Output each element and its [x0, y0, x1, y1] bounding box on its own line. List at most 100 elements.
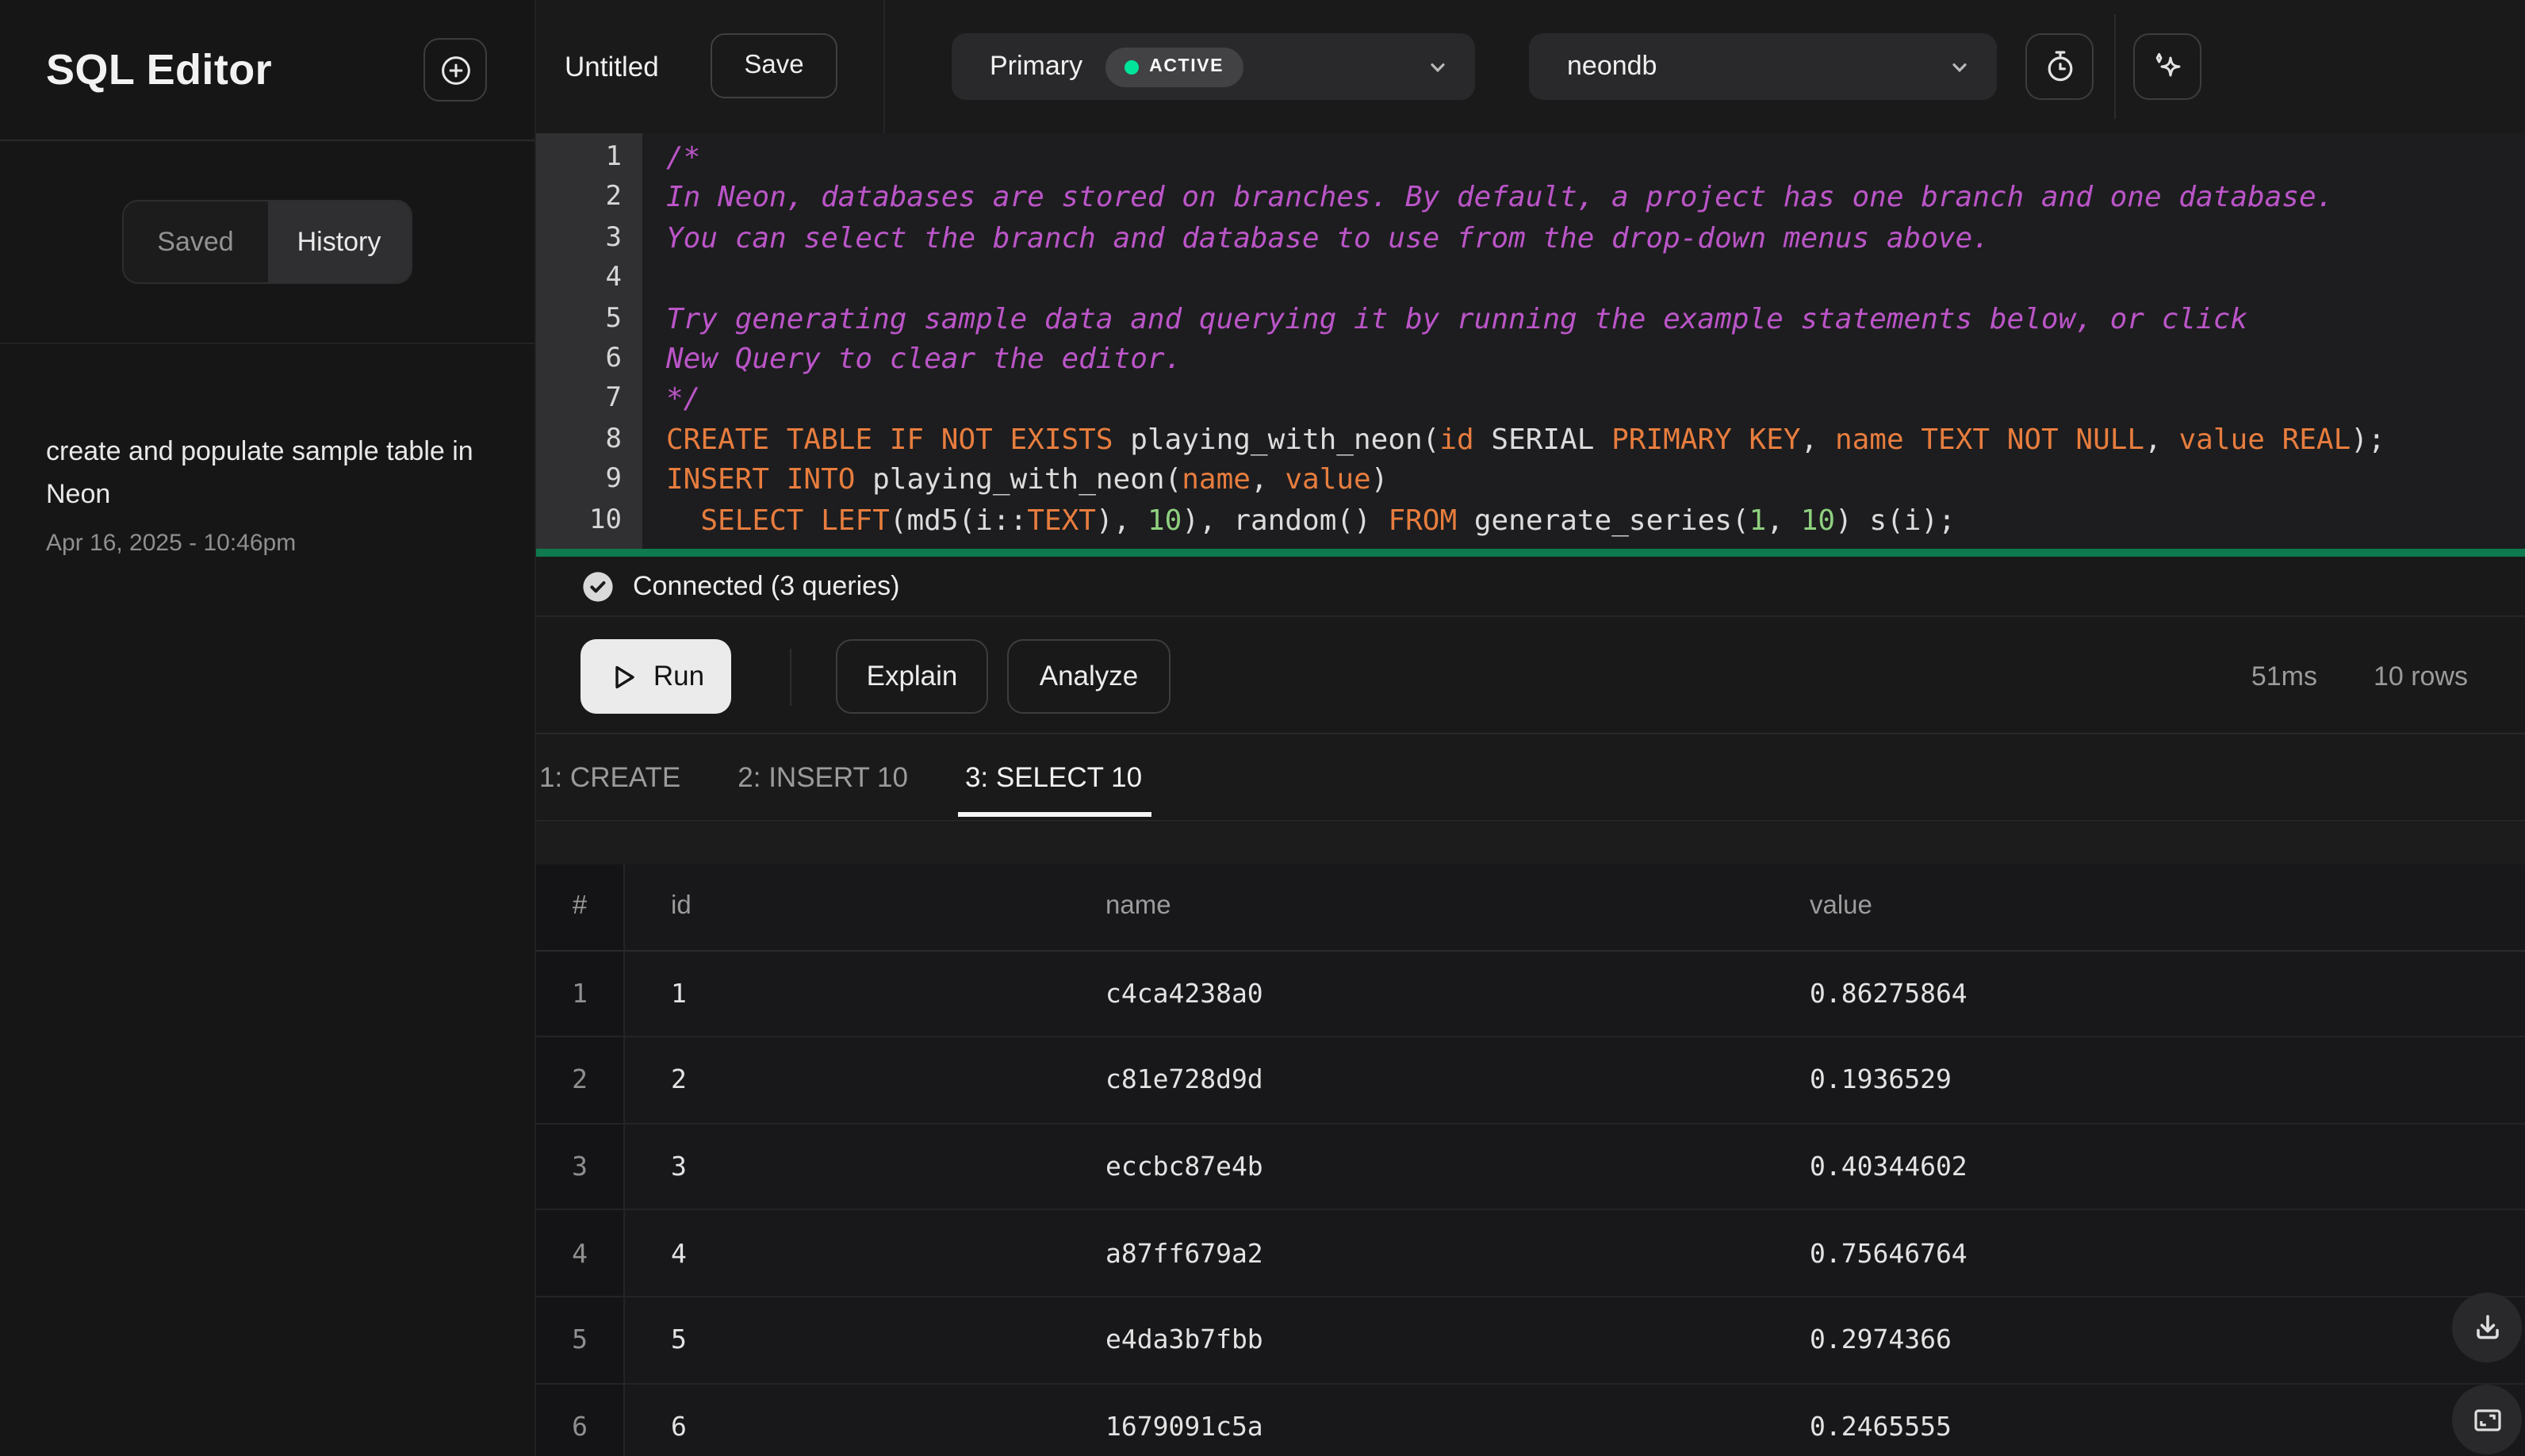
branch-select-value: Primary [990, 51, 1083, 81]
line-number: 9 [605, 463, 623, 496]
line-number: 2 [605, 181, 623, 213]
code-line: 1 /* [536, 138, 2525, 178]
code-line-content: */ [666, 382, 701, 416]
code-line: 7 */ [536, 380, 2525, 420]
result-tabs: 1: CREATE 2: INSERT 10 3: SELECT 10 [536, 734, 2525, 822]
run-button-label: Run [653, 660, 705, 692]
code-line-content: SELECT LEFT(md5(i::TEXT), 10), random() … [700, 504, 1956, 538]
sidebar-tab-saved[interactable]: Saved [124, 201, 267, 282]
history-item-timestamp: Apr 16, 2025 - 10:46pm [46, 530, 297, 557]
results-grid: # id name value 1 1 c4ca4238a0 0.86275864 2 2 c81e… [536, 864, 2525, 1456]
save-button[interactable]: Save [711, 33, 837, 98]
results-top-strip [536, 823, 2525, 864]
history-item-title: create and populate sample table in Neon [46, 436, 473, 509]
cell-name: c4ca4238a0 [1105, 978, 1263, 1009]
cell-id: 1 [671, 978, 687, 1009]
play-icon [607, 661, 639, 692]
sidebar-tab-history[interactable]: History [267, 201, 411, 282]
stopwatch-icon [2040, 48, 2079, 86]
line-number: 5 [605, 302, 623, 335]
chevron-down-icon [1426, 55, 1450, 79]
result-tab-2-insert-10[interactable]: 2: INSERT 10 [738, 734, 908, 820]
explain-button[interactable]: Explain [836, 639, 988, 714]
table-row: 5 5 e4da3b7fbb 0.2974366 [536, 1297, 2525, 1385]
analyze-button[interactable]: Analyze [1007, 639, 1171, 714]
results-table: # id name value 1 1 c4ca4238a0 0.86275864 2 2 c81e… [536, 823, 2525, 1456]
sidebar: SQL Editor Saved History create and popul… [0, 0, 536, 1456]
history-list-item[interactable]: create and populate sample table in Neon… [46, 430, 487, 557]
column-header-index: # [572, 891, 588, 921]
sidebar-header: SQL Editor [0, 0, 535, 141]
active-status-dot-icon [1124, 59, 1139, 74]
row-index-cell: 2 [572, 1064, 588, 1095]
code-editor[interactable]: 1 /* 2 In Neon, databases are stored on bra… [536, 133, 2525, 549]
code-line-content: Try generating sample data and querying … [666, 302, 2247, 336]
column-header-value: value [1810, 891, 1872, 921]
run-button[interactable]: Run [580, 639, 731, 714]
download-results-button[interactable] [2452, 1293, 2522, 1362]
line-number: 3 [605, 221, 623, 254]
result-tab-3-select-10[interactable]: 3: SELECT 10 [958, 734, 1151, 820]
main-area: Untitled Save Primary ACTIVE neondb 1 /*… [536, 0, 2525, 1456]
line-number: 4 [605, 262, 623, 294]
ai-assist-button[interactable] [2133, 33, 2201, 100]
row-index-cell: 1 [572, 978, 588, 1009]
cell-value: 0.86275864 [1810, 978, 1968, 1009]
cell-id: 3 [671, 1151, 687, 1182]
cell-id: 2 [671, 1064, 687, 1095]
cell-id: 6 [671, 1411, 687, 1442]
database-select[interactable]: neondb [1529, 33, 1997, 100]
editor-code: 1 /* 2 In Neon, databases are stored on bra… [536, 138, 2525, 541]
code-line: 5 Try generating sample data and querying… [536, 299, 2525, 339]
code-line: 6 New Query to clear the editor. [536, 339, 2525, 380]
row-index-cell: 6 [572, 1411, 588, 1442]
cell-name: c81e728d9d [1105, 1064, 1263, 1095]
cell-value: 0.40344602 [1810, 1151, 1968, 1182]
toolbar-divider [883, 0, 885, 133]
query-title: Untitled [565, 50, 659, 82]
code-line-content: CREATE TABLE IF NOT EXISTS playing_with_… [666, 423, 2385, 457]
check-circle-icon [580, 569, 615, 603]
code-line-content: In Neon, databases are stored on branche… [666, 181, 2334, 215]
code-line: 4 [536, 259, 2525, 299]
cell-value: 0.2974366 [1810, 1324, 1952, 1355]
sparkles-icon [2148, 47, 2187, 86]
line-number: 6 [605, 342, 623, 374]
connection-status-text: Connected (3 queries) [633, 570, 900, 600]
query-row-count: 10 rows [2373, 661, 2468, 691]
line-number: 1 [605, 141, 623, 173]
page-title: SQL Editor [46, 45, 273, 93]
cell-value: 0.2465555 [1810, 1411, 1952, 1442]
line-number: 8 [605, 423, 623, 455]
plus-circle-icon [437, 52, 473, 88]
toolbar: Untitled Save Primary ACTIVE neondb [536, 0, 2525, 133]
code-line-content [642, 259, 666, 299]
table-row: 6 6 1679091c5a 0.2465555 [536, 1384, 2525, 1456]
branch-status-label: ACTIVE [1149, 57, 1224, 76]
cell-value: 0.1936529 [1810, 1064, 1952, 1095]
code-line-content: New Query to clear the editor. [666, 342, 1182, 376]
query-timing-button[interactable] [2025, 33, 2094, 100]
expand-results-button[interactable] [2452, 1385, 2522, 1454]
history-list: create and populate sample table in Neon… [46, 430, 487, 557]
table-row: 1 1 c4ca4238a0 0.86275864 [536, 951, 2525, 1038]
actions-divider [790, 649, 791, 706]
code-line: 3 You can select the branch and database … [536, 219, 2525, 259]
actions-row: Run Explain Analyze 51ms 10 rows [536, 619, 2525, 734]
sidebar-divider [0, 343, 535, 344]
code-line: 2 In Neon, databases are stored on branch… [536, 178, 2525, 219]
table-row: 3 3 eccbc87e4b 0.40344602 [536, 1125, 2525, 1211]
chevron-down-icon [1948, 55, 1971, 79]
toolbar-divider [2114, 14, 2116, 119]
database-select-value: neondb [1567, 51, 1657, 81]
result-tab-1-create[interactable]: 1: CREATE [539, 734, 680, 820]
table-row: 2 2 c81e728d9d 0.1936529 [536, 1037, 2525, 1125]
new-query-button[interactable] [423, 38, 487, 102]
code-line-content: INSERT INTO playing_with_neon(name, valu… [666, 463, 1389, 497]
row-index-cell: 5 [572, 1324, 588, 1355]
branch-select[interactable]: Primary ACTIVE [952, 33, 1475, 100]
query-success-bar [536, 549, 2525, 557]
cell-value: 0.75646764 [1810, 1238, 1968, 1269]
cell-id: 5 [671, 1324, 687, 1355]
query-duration: 51ms [2251, 661, 2317, 691]
